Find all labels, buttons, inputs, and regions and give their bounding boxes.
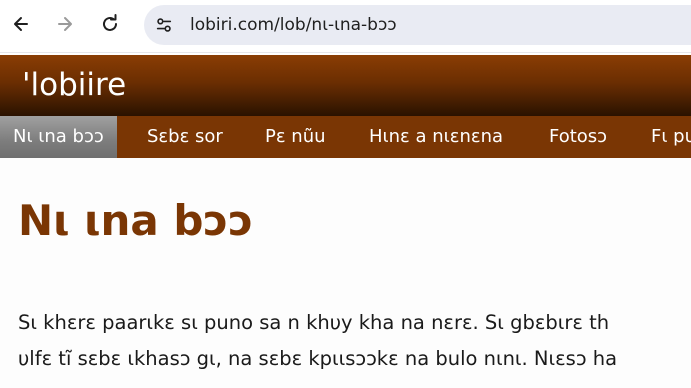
nav-item-fotoso[interactable]: Fotosɔ xyxy=(549,116,607,158)
site-title[interactable]: 'lobiire xyxy=(22,67,126,103)
site-header: 'lobiire xyxy=(0,55,691,116)
nav-item-sebe-sor[interactable]: Sɛbɛ sor xyxy=(147,116,223,158)
paragraph-line: Sι khɛrɛ paarιkɛ sι puno sa n khυy kha n… xyxy=(18,311,610,334)
url-text[interactable]: lobiri.com/lob/nι-ιna-bɔɔ xyxy=(190,15,397,35)
nav-item-fi-pu[interactable]: Fι pu xyxy=(651,116,691,158)
nav-item-pe-nuu[interactable]: Pɛ nũu xyxy=(265,116,326,158)
site-nav: Nι ιna bɔɔ Sɛbɛ sor Pɛ nũu Hιnɛ a nιɛnɛn… xyxy=(0,116,691,158)
back-arrow-icon xyxy=(14,17,28,31)
paragraph-line: υlfɛ tĩ sɛbɛ ιkhasɔ gι, na sɛbɛ kpιιsɔɔk… xyxy=(18,347,618,370)
tune-icon xyxy=(156,18,172,32)
address-bar[interactable]: lobiri.com/lob/nι-ιna-bɔɔ xyxy=(144,5,691,45)
reload-icon xyxy=(103,14,117,31)
reload-button[interactable] xyxy=(96,10,124,38)
page-title: Nι ιna bɔɔ xyxy=(18,196,254,245)
nav-item-home[interactable]: Nι ιna bɔɔ xyxy=(0,116,117,158)
forward-button[interactable] xyxy=(51,10,79,38)
site-info-button[interactable] xyxy=(152,13,176,37)
back-button[interactable] xyxy=(7,10,35,38)
nav-item-hine-a-nienena[interactable]: Hιnɛ a nιɛnɛna xyxy=(369,116,503,158)
browser-toolbar: lobiri.com/lob/nι-ιna-bɔɔ xyxy=(0,0,691,53)
main-content: Nι ιna bɔɔ Sι khɛrɛ paarιkɛ sι puno sa n… xyxy=(0,158,691,388)
forward-arrow-icon xyxy=(58,17,72,31)
